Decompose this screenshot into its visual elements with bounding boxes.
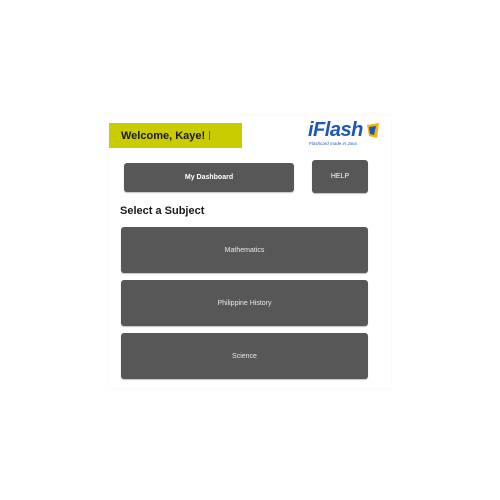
help-button[interactable]: HELP [312,160,368,193]
logo-tagline: Flashcard made in Java [309,141,357,146]
welcome-banner: Welcome, Kaye! [109,123,242,148]
flashcard-icon [367,123,379,138]
section-title: Select a Subject [120,205,205,217]
logo-wordmark: iFlash [308,119,363,141]
welcome-text: Welcome, Kaye! [121,129,206,142]
my-dashboard-button[interactable]: My Dashboard [124,163,294,192]
subject-button-philippine-history[interactable]: Philippine History [121,280,368,326]
subject-button-science[interactable]: Science [121,333,368,379]
text-caret [209,131,210,140]
iflash-logo: iFlash Flashcard made in Java [308,119,384,152]
app-window: Welcome, Kaye! iFlash Flashcard made in … [109,116,391,388]
subject-button-mathematics[interactable]: Mathematics [121,227,368,273]
